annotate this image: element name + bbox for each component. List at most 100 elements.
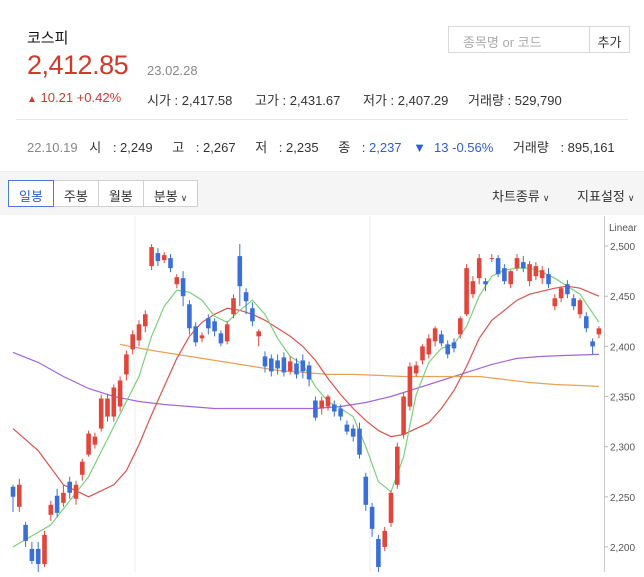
candle-body [432,328,438,342]
ma-line-orange [119,343,599,388]
stock-search-input[interactable]: 종목명 or 코드 [448,26,590,53]
candle-body [439,334,444,344]
candle-body [483,281,488,285]
y-tick-label: 2,250 [610,493,635,504]
hover-candle-info: 22.10.19 시 : 2,249 고 : 2,267 저 : 2,235 종… [27,137,631,156]
candle-body [23,524,28,541]
hover-close: 종 : 2,237 ▼ 13 -0.56% [338,140,494,155]
candle-body [206,318,211,329]
candle-body [92,436,98,445]
candle-body [325,396,331,407]
candle-body [571,298,576,307]
hover-volume: 거래량 : 895,161 [512,140,615,155]
y-tick-label: 2,350 [610,393,635,404]
candle-body [256,331,261,337]
tab-daily[interactable]: 일봉 [8,180,54,207]
hover-open: 시 : 2,249 [89,140,153,155]
candle-body [287,361,293,372]
candle-body [476,258,482,279]
candle-body [168,258,173,269]
candle-body [180,278,186,297]
candle-body [413,365,419,374]
chart-toolbar: 일봉 주봉 월봉 분봉 ∨ 차트종류 ∨ 지표설정 ∨ [0,171,644,215]
tab-minute[interactable]: 분봉 ∨ [142,180,199,207]
candle-body [117,380,123,407]
open-stat: 시가 : 2,417.58 [147,93,233,108]
candle-body [376,538,381,567]
price-change-value: 10.21 +0.42% [40,90,122,105]
tab-weekly[interactable]: 주봉 [52,180,99,207]
current-price: 2,412.85 [27,50,129,80]
ma-line-red [12,285,600,498]
candle-body [275,360,280,369]
candle-body [294,363,299,375]
candle-body [199,335,205,339]
candle-body [42,534,47,564]
candle-body [332,404,337,412]
chart-type-dropdown[interactable]: 차트종류 ∨ [492,186,549,205]
add-button[interactable]: 추가 [590,26,630,53]
indicator-settings-dropdown[interactable]: 지표설정 ∨ [577,186,634,205]
up-arrow-icon: ▲ [27,94,37,105]
candlestick-chart[interactable]: Linear 2,200 2,250 2,300 2,350 2,400 2,450 2,50… [0,216,644,572]
candle-body [420,346,425,361]
candle-body [527,264,532,282]
hover-date: 22.10.19 [27,140,78,155]
candle-body [48,504,54,515]
price-chart[interactable]: Linear 2,200 2,250 2,300 2,350 2,400 2,450 2,50… [0,216,644,572]
down-arrow-icon: ▼ [413,140,427,155]
candle-body [86,433,91,455]
y-tick-label: 2,450 [610,292,635,303]
price-change: ▲ 10.21 +0.42% [27,90,121,105]
candle-body [514,258,520,269]
candle-body [552,298,558,307]
candle-body [521,262,526,269]
candle-body [67,481,72,493]
hover-low: 저 : 2,235 [255,140,319,155]
candle-body [243,292,249,302]
candle-body [464,268,469,315]
candle-body [546,274,551,285]
candle-body [174,277,180,285]
candle-body [161,255,167,261]
candle-body [54,495,60,513]
period-tabs: 일봉 주봉 월봉 분봉 ∨ [8,180,199,207]
candle-body [218,333,224,344]
candle-body [224,324,230,342]
candle-body [407,366,413,407]
candle-body [508,271,513,285]
candle-body [539,270,545,279]
y-tick-label: 2,200 [610,543,635,554]
candle-body [300,360,306,372]
candle-body [401,396,406,435]
candle-body [426,338,432,355]
hover-high: 고 : 2,267 [172,140,236,155]
candle-body [269,358,274,372]
candle-body [306,365,312,380]
candle-body [281,357,287,373]
candle-body [61,492,66,503]
y-tick-label: 2,300 [610,443,635,454]
stock-name: 코스피 [27,30,69,47]
candle-body [250,308,255,322]
candle-body [155,253,161,262]
tab-monthly[interactable]: 월봉 [97,180,144,207]
candle-body [495,258,501,275]
candle-body [187,304,192,329]
candle-body [212,321,217,332]
candle-body [124,354,129,375]
high-stat: 고가 : 2,431.67 [255,93,341,108]
candle-body [35,548,41,564]
candle-body [502,268,507,282]
candle-body [590,341,595,347]
candle-body [80,461,85,475]
low-stat: 저가 : 2,407.29 [363,93,449,108]
candle-body [193,326,198,343]
candle-body [73,484,79,499]
candle-body [470,281,476,295]
candle-body [149,247,154,267]
chevron-down-icon: ∨ [180,193,188,203]
candle-body [369,506,375,529]
candle-body [445,344,450,355]
candle-body [458,318,463,335]
